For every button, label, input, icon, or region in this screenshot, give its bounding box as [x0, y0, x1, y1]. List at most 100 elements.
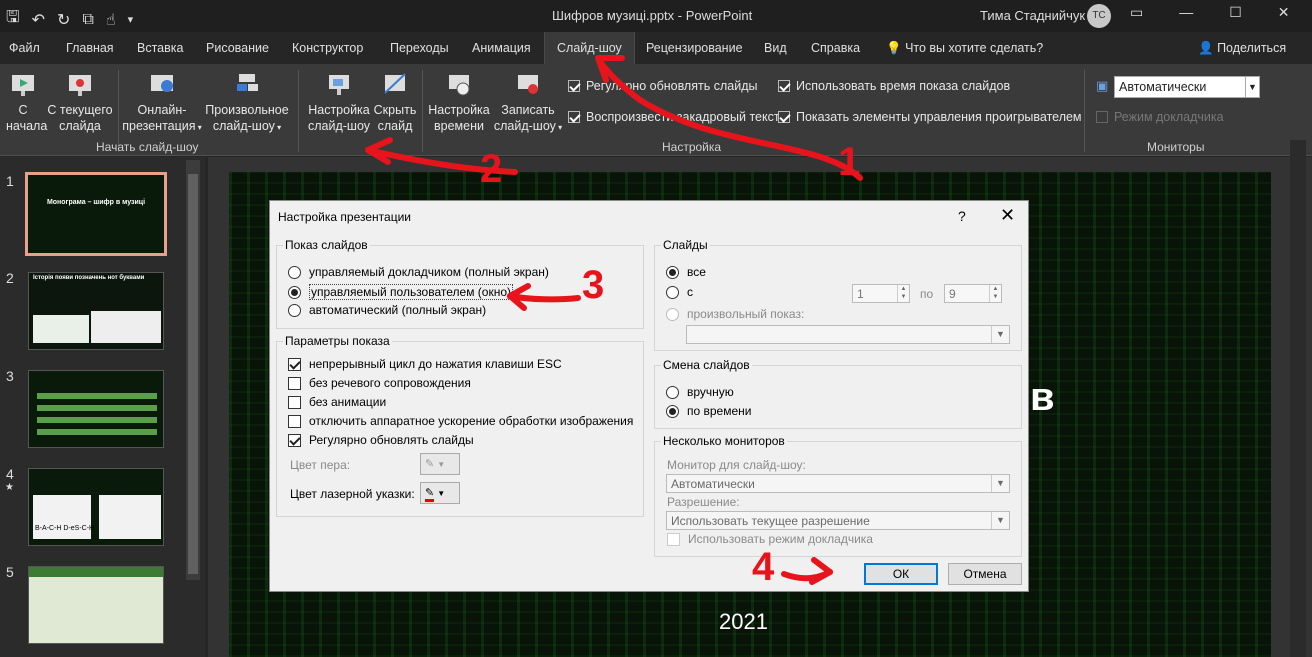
checkbox-checked[interactable]	[568, 111, 580, 123]
help-button[interactable]: ?	[958, 208, 966, 224]
slide-thumbnail[interactable]: B-A-C-H D-eS-C-H	[28, 468, 164, 546]
use-presenter-view-checkbox[interactable]: Использовать режим докладчика	[667, 532, 873, 546]
cancel-button[interactable]: Отмена	[948, 563, 1022, 585]
avatar[interactable]: TC	[1087, 4, 1111, 28]
presenter-view-checkbox[interactable]: Режим докладчика	[1096, 110, 1224, 124]
redo-icon[interactable]: ↻	[57, 10, 70, 30]
slide-thumbnail[interactable]	[28, 566, 164, 644]
from-beginning-button[interactable]: С начала	[6, 72, 47, 134]
radio-selected[interactable]	[288, 285, 301, 299]
update-slides-checkbox[interactable]: Регулярно обновлять слайды	[568, 79, 757, 93]
customize-qat-icon[interactable]: ▾	[128, 13, 134, 26]
resolution-label: Разрешение:	[667, 495, 740, 509]
checkbox-checked[interactable]	[568, 80, 580, 92]
close-window-icon[interactable]: ✕	[1278, 4, 1290, 21]
to-slide-stepper[interactable]: 9 ▲ ▼	[944, 284, 1002, 303]
use-timings-checkbox[interactable]: Использовать время показа слайдов	[778, 79, 1010, 93]
ribbon-tabs: Файл Главная Вставка Рисование Конструкт…	[0, 32, 1312, 64]
radio-unselected[interactable]	[666, 385, 679, 399]
all-slides-radio[interactable]: все	[666, 265, 706, 279]
rehearse-timings-button[interactable]: Настройка времени	[426, 72, 492, 134]
tab-review[interactable]: Рецензирование	[646, 41, 743, 55]
undo-icon[interactable]: ↶	[32, 10, 45, 30]
advance-slides-legend: Смена слайдов	[661, 358, 752, 372]
from-current-button[interactable]: С текущего слайда	[44, 72, 116, 134]
record-slideshow-button[interactable]: Записать слайд-шоу ▾	[492, 72, 564, 136]
tab-file[interactable]: Файл	[9, 41, 40, 55]
loop-until-esc-checkbox[interactable]: непрерывный цикл до нажатия клавиши ESC	[288, 357, 562, 371]
resolution-value: Использовать текущее разрешение	[671, 514, 870, 528]
play-narrations-checkbox[interactable]: Воспроизвести закадровый текст	[568, 110, 780, 124]
slide-thumbnail[interactable]: Історія появи позначень нот буквами	[28, 272, 164, 350]
tab-animations[interactable]: Анимация	[472, 41, 531, 55]
radio-unselected[interactable]	[288, 265, 301, 279]
maximize-icon[interactable]: ☐	[1229, 4, 1242, 21]
tab-draw[interactable]: Рисование	[206, 41, 269, 55]
slideshow-monitor-select[interactable]: Автоматически ▼	[666, 474, 1010, 493]
checkbox-unchecked[interactable]	[288, 414, 301, 428]
checkbox-checked[interactable]	[778, 111, 790, 123]
spin-arrows-icon[interactable]: ▲ ▼	[897, 285, 909, 302]
tab-transitions[interactable]: Переходы	[390, 41, 449, 55]
monitor-select[interactable]: Автоматически ▼	[1114, 76, 1260, 98]
tab-design[interactable]: Конструктор	[292, 41, 363, 55]
checkbox-unchecked[interactable]	[288, 395, 301, 409]
manually-radio[interactable]: вручную	[666, 385, 734, 399]
custom-show-select[interactable]: ▼	[686, 325, 1010, 344]
ribbon-display-icon[interactable]: ▭	[1130, 4, 1143, 21]
present-icon[interactable]: ⧉	[82, 11, 93, 29]
no-animation-checkbox[interactable]: без анимации	[288, 395, 386, 409]
spin-arrows-icon[interactable]: ▲ ▼	[989, 285, 1001, 302]
browsed-at-kiosk-radio[interactable]: автоматический (полный экран)	[288, 303, 486, 317]
hide-slide-button[interactable]: Скрыть слайд	[372, 72, 418, 134]
tab-home[interactable]: Главная	[66, 41, 114, 55]
setup-slideshow-button[interactable]: Настройка слайд-шоу	[306, 72, 372, 134]
custom-slideshow-button[interactable]: Произвольное слайд-шоу ▾	[204, 72, 290, 136]
checkbox-unchecked[interactable]	[288, 376, 301, 390]
close-icon[interactable]: ✕	[1000, 205, 1015, 226]
radio-selected[interactable]	[666, 404, 679, 418]
record-icon	[518, 75, 538, 94]
share-button[interactable]: 👤 Поделиться	[1198, 41, 1286, 56]
tab-insert[interactable]: Вставка	[137, 41, 183, 55]
radio-unselected[interactable]	[288, 303, 301, 317]
slide-thumbnail[interactable]	[28, 370, 164, 448]
checkbox-checked[interactable]	[778, 80, 790, 92]
from-slide-stepper[interactable]: 1 ▲ ▼	[852, 284, 910, 303]
tab-help[interactable]: Справка	[811, 41, 860, 55]
show-media-controls-label: Показать элементы управления проигрывате…	[796, 110, 1082, 124]
tab-view[interactable]: Вид	[764, 41, 787, 55]
checkbox-unchecked[interactable]	[667, 532, 680, 546]
disable-hw-acceleration-checkbox[interactable]: отключить аппаратное ускорение обработки…	[288, 414, 633, 428]
pen-color-button[interactable]: ✎ ▼	[420, 453, 460, 475]
thumbnail-scrollbar[interactable]	[186, 160, 200, 580]
laser-color-button[interactable]: ✎ ▼	[420, 482, 460, 504]
presented-by-speaker-radio[interactable]: управляемый докладчиком (полный экран)	[288, 265, 549, 279]
checkbox-checked[interactable]	[288, 433, 301, 447]
radio-unselected[interactable]	[666, 307, 679, 321]
resolution-select[interactable]: Использовать текущее разрешение ▼	[666, 511, 1010, 530]
checkbox-checked[interactable]	[288, 357, 301, 371]
browsed-by-individual-radio[interactable]: управляемый пользователем (окно)	[288, 284, 513, 300]
tell-me-search[interactable]: 💡 Что вы хотите сделать?	[886, 41, 1043, 56]
save-icon[interactable]: 🖫	[6, 6, 20, 33]
slide-scrollbar[interactable]	[1290, 140, 1306, 657]
no-narration-checkbox[interactable]: без речевого сопровождения	[288, 376, 471, 390]
touch-mode-icon[interactable]: ☝	[106, 10, 116, 30]
tab-slideshow[interactable]: Слайд-шоу	[544, 32, 635, 64]
user-name[interactable]: Тима Стаднийчук	[980, 8, 1085, 23]
radio-unselected[interactable]	[666, 285, 679, 299]
update-slides-checkbox[interactable]: Регулярно обновлять слайды	[288, 433, 474, 447]
using-timings-radio[interactable]: по времени	[666, 404, 751, 418]
radio-selected[interactable]	[666, 265, 679, 279]
checkbox-unchecked[interactable]	[1096, 111, 1108, 123]
slide-thumbnail[interactable]: Монограма – шифр в музиці	[25, 172, 167, 256]
from-slide-radio[interactable]: с	[666, 285, 693, 299]
show-media-controls-checkbox[interactable]: Показать элементы управления проигрывате…	[778, 110, 1082, 124]
ok-button[interactable]: ОК	[864, 563, 938, 585]
radio-label: произвольный показ:	[687, 307, 805, 321]
scrollbar-thumb[interactable]	[188, 174, 198, 574]
minimize-icon[interactable]: —	[1179, 4, 1193, 21]
custom-show-radio[interactable]: произвольный показ:	[666, 307, 804, 321]
online-present-button[interactable]: Онлайн- презентация ▾	[122, 72, 202, 136]
